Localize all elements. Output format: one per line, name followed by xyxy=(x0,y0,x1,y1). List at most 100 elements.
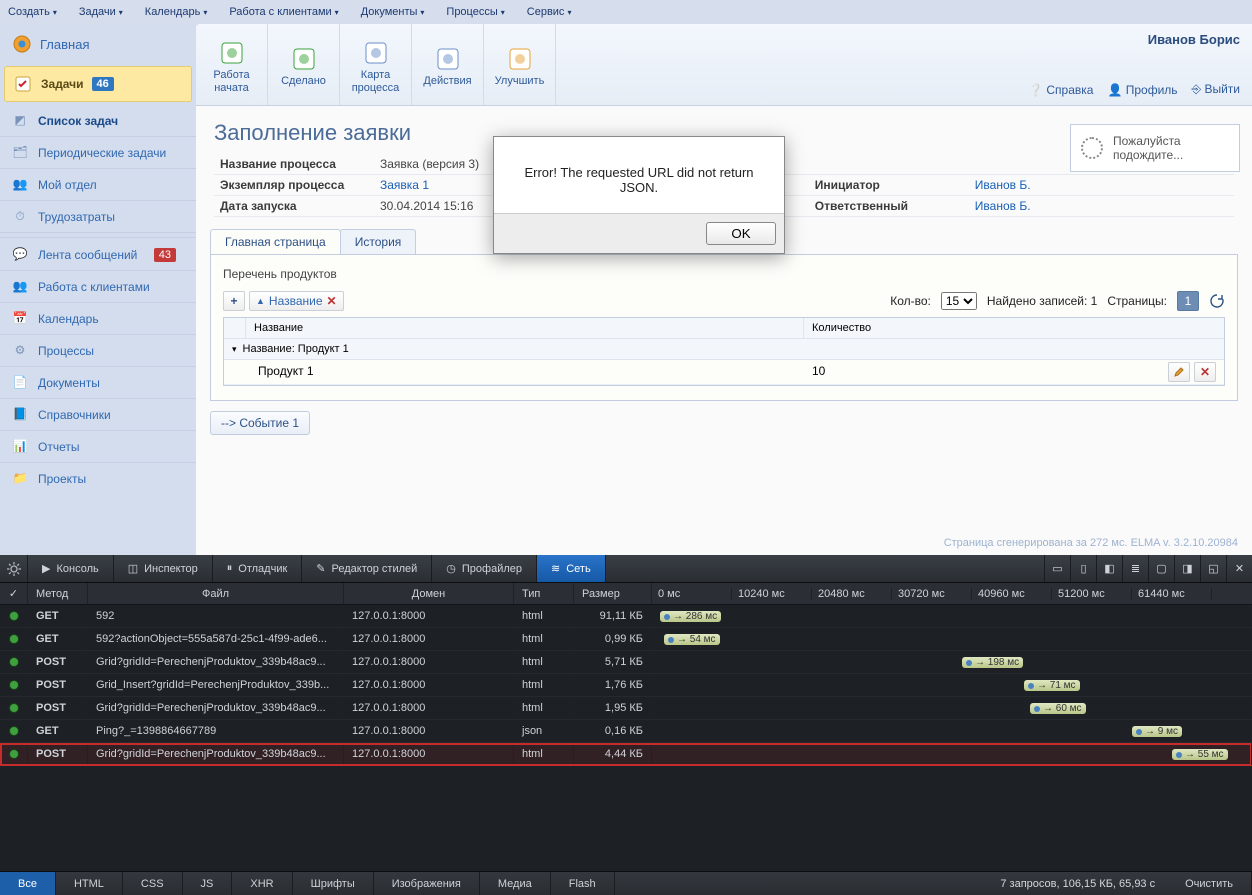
sidebar-item[interactable]: 💬Лента сообщений43 xyxy=(0,238,196,270)
network-row[interactable]: POSTGrid?gridId=PerechenjProduktov_339b4… xyxy=(0,651,1252,674)
filter-flash[interactable]: Flash xyxy=(551,872,615,895)
panel-title: Перечень продуктов xyxy=(223,265,1225,289)
profile-link[interactable]: 👤 Профиль xyxy=(1107,83,1177,97)
page-number[interactable]: 1 xyxy=(1177,291,1199,311)
menu-документы[interactable]: Документы▾ xyxy=(361,6,425,18)
col-type[interactable]: Тип xyxy=(514,583,574,604)
sidebar-item[interactable]: 🗂 Периодические задачи xyxy=(0,136,196,168)
close-devtools-icon[interactable]: ✕ xyxy=(1226,555,1252,582)
devtools-tab[interactable]: ▶Консоль xyxy=(28,555,114,582)
sidebar-item[interactable]: 👥Мой отдел xyxy=(0,168,196,200)
filter-js[interactable]: JS xyxy=(183,872,233,895)
devtools-tab[interactable]: ◫Инспектор xyxy=(114,555,213,582)
sidebar-icon: 💬 xyxy=(12,247,28,263)
clear-button[interactable]: Очистить xyxy=(1167,872,1252,895)
3d-icon[interactable]: ◧ xyxy=(1096,555,1122,582)
add-row-button[interactable]: + xyxy=(223,291,245,311)
status-dot xyxy=(10,658,18,666)
tasks-icon xyxy=(13,74,33,94)
sort-tag[interactable]: ▲Название✕ xyxy=(249,291,344,311)
devtools-tab[interactable]: ⏸Отладчик xyxy=(213,555,303,582)
grid-group[interactable]: ▾Название: Продукт 1 xyxy=(224,339,1224,360)
col-file[interactable]: Файл xyxy=(88,583,344,604)
col-method[interactable]: Метод xyxy=(28,583,88,604)
content-tab[interactable]: Главная страница xyxy=(210,229,341,254)
network-row[interactable]: POSTGrid_Insert?gridId=PerechenjProdukto… xyxy=(0,674,1252,697)
event-button[interactable]: --> Событие 1 xyxy=(210,411,310,435)
menubar: Создать▾ Задачи▾ Календарь▾ Работа с клиент… xyxy=(0,0,1252,24)
filter-xhr[interactable]: XHR xyxy=(232,872,292,895)
scratchpad-icon[interactable]: ≣ xyxy=(1122,555,1148,582)
sidebar-icon: 📄 xyxy=(12,375,28,391)
menu-календарь[interactable]: Календарь▾ xyxy=(145,6,208,18)
toolbar-button[interactable]: Карта процесса xyxy=(340,24,412,105)
sidebar-icon: 🗂 xyxy=(12,145,28,161)
menu-создать[interactable]: Создать▾ xyxy=(8,6,57,18)
network-row[interactable]: POSTGrid?gridId=PerechenjProduktov_339b4… xyxy=(0,697,1252,720)
devtools-tab[interactable]: ◷Профайлер xyxy=(432,555,537,582)
sidebar-icon: ◩ xyxy=(12,113,28,129)
qty-select[interactable]: 15 xyxy=(941,292,977,310)
sidebar-item[interactable]: 📘Справочники xyxy=(0,398,196,430)
sidebar-label: Лента сообщений xyxy=(38,248,137,262)
refresh-icon[interactable] xyxy=(1209,293,1225,309)
timeline-tick: 61440 мс xyxy=(1132,588,1212,600)
gear-icon[interactable] xyxy=(0,555,28,582)
logout-link[interactable]: ⎆ Выйти xyxy=(1192,82,1240,97)
network-row[interactable]: GET592?actionObject=555a587d-25c1-4f99-a… xyxy=(0,628,1252,651)
filter-все[interactable]: Все xyxy=(0,872,56,895)
pages-label: Страницы: xyxy=(1107,294,1167,308)
popout-icon[interactable]: ◱ xyxy=(1200,555,1226,582)
network-row[interactable]: POSTGrid?gridId=PerechenjProduktov_339b4… xyxy=(0,743,1252,766)
remove-sort-icon[interactable]: ✕ xyxy=(327,294,337,308)
sidebar-item[interactable]: 📄Документы xyxy=(0,366,196,398)
error-dialog: Error! The requested URL did not return … xyxy=(493,136,785,254)
timeline-tick: 0 мс xyxy=(652,588,732,600)
sidebar-label: Периодические задачи xyxy=(38,146,166,160)
sidebar-item[interactable]: 👥Работа с клиентами xyxy=(0,270,196,302)
responsive-icon[interactable]: ▯ xyxy=(1070,555,1096,582)
toolbar-button[interactable]: Сделано xyxy=(268,24,340,105)
network-row[interactable]: GETPing?_=1398864667789127.0.0.1:8000jso… xyxy=(0,720,1252,743)
col-status[interactable]: ✓ xyxy=(0,583,28,604)
screenshot-icon[interactable]: ▢ xyxy=(1148,555,1174,582)
sidebar-item[interactable]: ⏱Трудозатраты xyxy=(0,200,196,232)
timeline-tick: 40960 мс xyxy=(972,588,1052,600)
sidebar-item[interactable]: ◩Список задач xyxy=(0,104,196,136)
menu-сервис[interactable]: Сервис▾ xyxy=(527,6,572,18)
delete-row-button[interactable]: ✕ xyxy=(1194,362,1216,382)
filter-html[interactable]: HTML xyxy=(56,872,123,895)
split-icon[interactable]: ◨ xyxy=(1174,555,1200,582)
sidebar-home[interactable]: Главная xyxy=(0,24,196,64)
sidebar-item[interactable]: 📅Календарь xyxy=(0,302,196,334)
menu-процессы[interactable]: Процессы▾ xyxy=(446,6,504,18)
tab-icon: ≋ xyxy=(551,562,560,575)
sidebar-item[interactable]: 📁Проекты xyxy=(0,462,196,494)
toolbar-button[interactable]: Улучшить xyxy=(484,24,556,105)
sidebar-item[interactable]: ⚙Процессы xyxy=(0,334,196,366)
filter-css[interactable]: CSS xyxy=(123,872,183,895)
sidebar-tasks-tile[interactable]: Задачи 46 xyxy=(4,66,192,102)
filter-шрифты[interactable]: Шрифты xyxy=(293,872,374,895)
timeline-tick: 10240 мс xyxy=(732,588,812,600)
col-size[interactable]: Размер xyxy=(574,583,652,604)
network-row[interactable]: GET592127.0.0.1:8000html91,11 КБ→ 286 мс xyxy=(0,605,1252,628)
devtools-tab[interactable]: ✎Редактор стилей xyxy=(302,555,432,582)
filter-медиа[interactable]: Медиа xyxy=(480,872,551,895)
menu-работа с клиентами[interactable]: Работа с клиентами▾ xyxy=(229,6,338,18)
sidebar-item[interactable]: 📊Отчеты xyxy=(0,430,196,462)
filter-изображения[interactable]: Изображения xyxy=(374,872,480,895)
dock-icon[interactable]: ▭ xyxy=(1044,555,1070,582)
content-tab[interactable]: История xyxy=(340,229,417,254)
products-grid: Название Количество ▾Название: Продукт 1… xyxy=(223,317,1225,386)
col-name[interactable]: Название xyxy=(246,318,804,338)
toolbar-button[interactable]: Работа начата xyxy=(196,24,268,105)
menu-задачи[interactable]: Задачи▾ xyxy=(79,6,123,18)
devtools-tab[interactable]: ≋Сеть xyxy=(537,555,606,582)
edit-row-button[interactable] xyxy=(1168,362,1190,382)
col-qty[interactable]: Количество xyxy=(804,318,1224,338)
col-domain[interactable]: Домен xyxy=(344,583,514,604)
ok-button[interactable]: OK xyxy=(706,222,776,245)
toolbar-button[interactable]: Действия xyxy=(412,24,484,105)
help-link[interactable]: ❔ Справка xyxy=(1028,83,1093,97)
